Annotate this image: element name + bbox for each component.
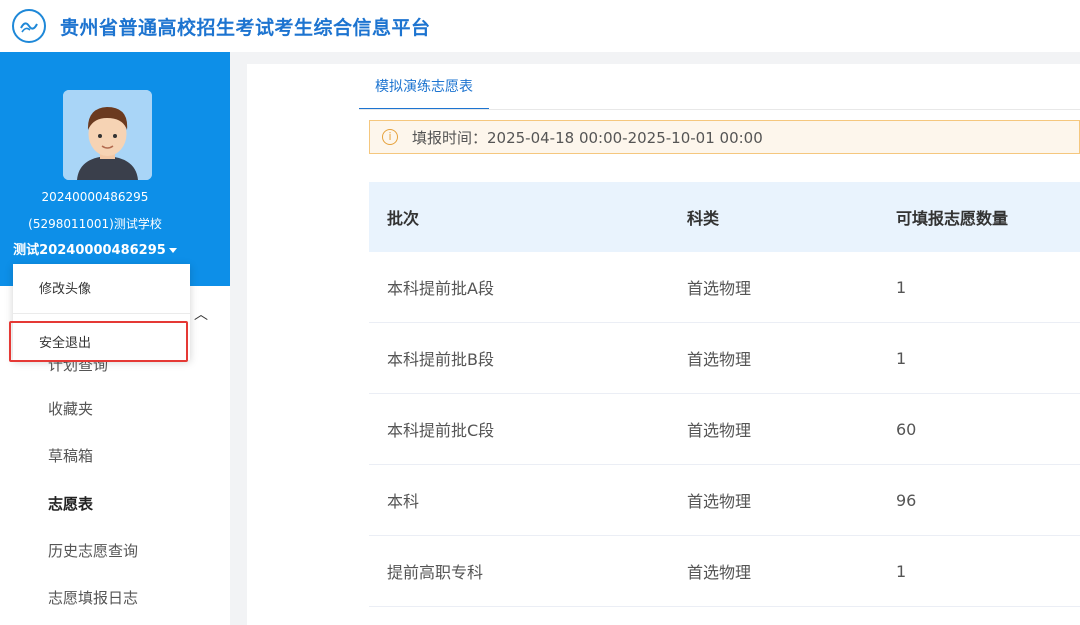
cell-category: 首选物理 bbox=[687, 465, 751, 535]
top-header: 贵州省普通高校招生考试考生综合信息平台 bbox=[0, 0, 1080, 52]
logo-icon bbox=[12, 9, 46, 43]
tabs-divider bbox=[359, 109, 1080, 110]
table-header: 批次 科类 可填报志愿数量 bbox=[369, 182, 1080, 252]
school-name: (5298011001)测试学校 bbox=[0, 215, 190, 232]
cell-batch: 本科 bbox=[387, 465, 419, 535]
cell-quota: 1 bbox=[896, 323, 906, 393]
main-content: 模拟演练志愿表 i 填报时间：2025-04-18 00:00-2025-10-… bbox=[247, 64, 1080, 625]
menu-item-history-query[interactable]: 历史志愿查询 bbox=[48, 540, 138, 561]
change-avatar-item[interactable]: 修改头像 bbox=[39, 278, 91, 297]
menu-item-fill-log[interactable]: 志愿填报日志 bbox=[48, 587, 138, 608]
cell-category: 首选物理 bbox=[687, 252, 751, 322]
cell-batch: 本科提前批B段 bbox=[387, 323, 494, 393]
cell-category: 首选物理 bbox=[687, 394, 751, 464]
dropdown-divider bbox=[13, 313, 190, 314]
cell-quota: 60 bbox=[896, 394, 916, 464]
cell-batch: 本科提前批C段 bbox=[387, 394, 494, 464]
header-category: 科类 bbox=[687, 182, 719, 252]
info-icon: i bbox=[382, 129, 398, 145]
table-row: 本科提前批C段 首选物理 60 bbox=[369, 394, 1080, 465]
user-name: 测试20240000486295 bbox=[13, 243, 166, 258]
table-row: 本科提前批A段 首选物理 1 bbox=[369, 252, 1080, 323]
menu-item-drafts[interactable]: 草稿箱 bbox=[48, 445, 93, 466]
menu-item-volunteer-table[interactable]: 志愿表 bbox=[48, 493, 93, 514]
table-row: 本科 首选物理 96 bbox=[369, 465, 1080, 536]
tab-mock-volunteer-table[interactable]: 模拟演练志愿表 bbox=[359, 76, 489, 110]
cell-batch: 提前高职专科 bbox=[387, 536, 483, 606]
cell-quota: 1 bbox=[896, 536, 906, 606]
logout-item[interactable]: 安全退出 bbox=[39, 332, 91, 351]
notice-text: 填报时间：2025-04-18 00:00-2025-10-01 00:00 bbox=[412, 127, 763, 148]
user-menu-toggle[interactable]: 测试20240000486295 bbox=[0, 239, 190, 258]
chevron-up-icon[interactable]: ︿ bbox=[194, 304, 208, 324]
cell-quota: 96 bbox=[896, 465, 916, 535]
avatar-icon[interactable] bbox=[63, 90, 152, 180]
profile-panel: 20240000486295 (5298011001)测试学校 测试202400… bbox=[0, 52, 230, 286]
table-row: 提前高职专科 首选物理 1 bbox=[369, 536, 1080, 607]
user-dropdown: 修改头像 安全退出 bbox=[13, 264, 190, 360]
site-title: 贵州省普通高校招生考试考生综合信息平台 bbox=[60, 13, 431, 40]
cell-category: 首选物理 bbox=[687, 323, 751, 393]
cell-quota: 1 bbox=[896, 252, 906, 322]
header-quota: 可填报志愿数量 bbox=[896, 182, 1008, 252]
caret-down-icon bbox=[169, 248, 177, 253]
header-batch: 批次 bbox=[387, 182, 419, 252]
cell-batch: 本科提前批A段 bbox=[387, 252, 494, 322]
cell-category: 首选物理 bbox=[687, 536, 751, 606]
menu-item-favorites[interactable]: 收藏夹 bbox=[48, 398, 93, 419]
time-notice: i 填报时间：2025-04-18 00:00-2025-10-01 00:00 bbox=[369, 120, 1080, 154]
candidate-id: 20240000486295 bbox=[0, 190, 190, 204]
table-row: 本科提前批B段 首选物理 1 bbox=[369, 323, 1080, 394]
